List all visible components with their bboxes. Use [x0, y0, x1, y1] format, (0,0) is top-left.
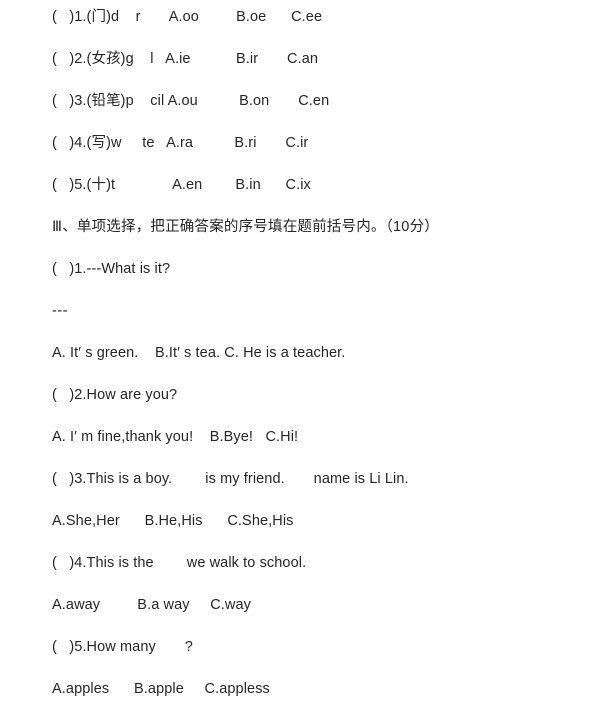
choice-question-3-options: A.She,Her B.He,His C.She,His [52, 513, 294, 529]
choice-question-2-options: A. I′ m fine,thank you! B.Bye! C.Hi! [52, 429, 299, 445]
choice-question-2: ( )2.How are you? [52, 387, 178, 403]
phonics-question-2: ( )2.(女孩)g l A.ie B.ir C.an [52, 51, 319, 67]
phonics-question-4: ( )4.(写)w te A.ra B.ri C.ir [52, 135, 309, 151]
section-heading-3: Ⅲ、单项选择，把正确答案的序号填在题前括号内。（10分） [52, 219, 439, 235]
choice-question-4: ( )4.This is the we walk to school. [52, 555, 307, 571]
choice-question-5: ( )5.How many ? [52, 639, 193, 655]
choice-question-1-options: A. It′ s green. B.It′ s tea. C. He is a … [52, 345, 346, 361]
choice-question-1: ( )1.---What is it? [52, 261, 171, 277]
phonics-question-1: ( )1.(门)d r A.oo B.oe C.ee [52, 9, 323, 25]
choice-question-4-options: A.away B.a way C.way [52, 597, 252, 613]
document-body: ( )1.(门)d r A.oo B.oe C.ee ( )2.(女孩)g l … [52, 9, 584, 723]
choice-question-1-dash: --- [52, 303, 68, 319]
phonics-question-3: ( )3.(铅笔)p cil A.ou B.on C.en [52, 93, 330, 109]
document-page: ( )1.(门)d r A.oo B.oe C.ee ( )2.(女孩)g l … [0, 0, 594, 711]
phonics-question-5: ( )5.(十)t A.en B.in C.ix [52, 177, 311, 193]
choice-question-3: ( )3.This is a boy. is my friend. name i… [52, 471, 409, 487]
choice-question-5-options: A.apples B.apple C.appless [52, 681, 270, 697]
